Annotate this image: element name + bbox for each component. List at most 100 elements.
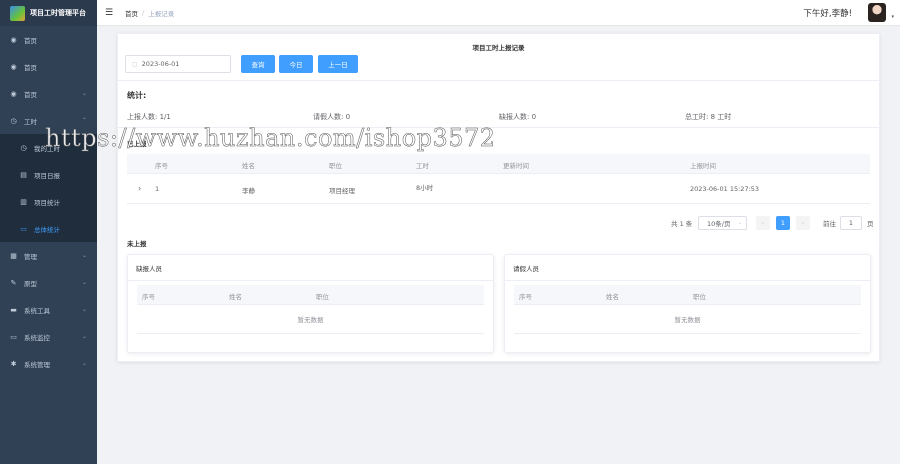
doc-icon: ▤ (20, 170, 27, 179)
sidebar-item-overall-stats[interactable]: ▭ 总体统计 (0, 215, 97, 242)
stat-leave: 请假人数: 0 (313, 113, 351, 121)
col-name: 姓名 (606, 293, 619, 301)
prev-page-button[interactable]: ‹ (756, 216, 770, 230)
reported-table-header: 序号 姓名 职位 工时 更新时间 上报时间 (127, 154, 870, 174)
next-page-button[interactable]: › (796, 216, 810, 230)
time-icon: ◷ (20, 143, 27, 152)
sidebar-item-prototype[interactable]: ✎ 原型 ⌄ (0, 269, 97, 296)
col-name: 姓名 (242, 162, 255, 170)
missing-people-panel: 缺报人员 序号 姓名 职位 暂无数据 (127, 254, 494, 353)
prev-day-button[interactable]: 上一日 (318, 55, 358, 73)
avatar[interactable] (868, 3, 886, 22)
sidebar-item-project-daily[interactable]: ▤ 项目日报 (0, 161, 97, 188)
expand-icon[interactable]: › (138, 184, 141, 193)
cell-name: 李静 (242, 187, 255, 195)
divider (118, 127, 879, 128)
sidebar-item-label: 首页 (24, 63, 37, 72)
chevron-down-icon: ⌄ (81, 252, 87, 259)
page-size-select[interactable]: 10条/页 ⌄ (698, 216, 747, 230)
panel-table-header: 序号 姓名 职位 (137, 285, 484, 305)
empty-state: 暂无数据 (514, 305, 861, 334)
col-index: 序号 (142, 293, 155, 301)
query-button[interactable]: 查询 (241, 55, 275, 73)
page-title: 项目工时上报记录 (472, 44, 525, 52)
sidebar-item-label: 系统管理 (24, 360, 50, 369)
col-reported: 上报时间 (690, 162, 716, 170)
date-picker-input[interactable]: ▢ 2023-06-01 (125, 55, 231, 73)
sidebar-item-project-stats[interactable]: ▥ 项目统计 (0, 188, 97, 215)
caret-down-icon[interactable]: ▾ (891, 14, 894, 20)
breadcrumb-home[interactable]: 首页 (125, 8, 138, 18)
hamburger-icon[interactable]: ☰ (105, 8, 117, 18)
sidebar-item-label: 项目统计 (34, 198, 60, 207)
table-row[interactable]: › 1 李静 项目经理 8小时 2023-06-01 15:27:53 (127, 174, 870, 204)
monitor-icon: ▭ (10, 332, 17, 341)
col-index: 序号 (519, 293, 532, 301)
breadcrumb-separator: / (142, 8, 145, 17)
empty-state: 暂无数据 (137, 305, 484, 334)
breadcrumb-current: 上报记录 (148, 9, 175, 18)
chart-icon: ▥ (20, 197, 27, 206)
sidebar-item-label: 首页 (24, 90, 37, 99)
cell-reported: 2023-06-01 15:27:53 (690, 185, 760, 193)
sidebar-item-manage[interactable]: ▦ 管理 ⌄ (0, 242, 97, 269)
gear-icon: ✱ (10, 359, 17, 368)
col-position: 职位 (316, 293, 329, 301)
sidebar-item-home-1[interactable]: ◉ 首页 (0, 26, 97, 53)
app-logo (10, 5, 25, 21)
sidebar: 项目工时管理平台 ◉ 首页 ◉ 首页 ◉ 首页 ⌄ ◷ 工时 ⌃ ◷ 我的工时 … (0, 0, 97, 464)
sidebar-item-my-hours[interactable]: ◷ 我的工时 (0, 134, 97, 161)
chevron-down-icon: ⌄ (81, 90, 87, 97)
panel-title: 缺报人员 (128, 255, 493, 281)
today-button[interactable]: 今日 (279, 55, 313, 73)
col-position: 职位 (693, 293, 706, 301)
sidebar-item-home-3[interactable]: ◉ 首页 ⌄ (0, 80, 97, 107)
col-index: 序号 (155, 162, 168, 170)
sidebar-item-worktime[interactable]: ◷ 工时 ⌃ (0, 107, 97, 134)
chevron-down-icon: ⌄ (81, 306, 87, 313)
edit-icon: ✎ (10, 278, 17, 287)
col-hours: 工时 (416, 162, 429, 170)
sidebar-item-system-tools[interactable]: ▬ 系统工具 ⌄ (0, 296, 97, 323)
sidebar-item-label: 原型 (24, 279, 37, 288)
calendar-icon: ▢ (132, 60, 138, 68)
sidebar-item-label: 系统监控 (24, 333, 50, 342)
pager-page-unit: 页 (867, 220, 874, 228)
report-card: 项目工时上报记录 ▢ 2023-06-01 查询 今日 上一日 统计: 上报人数… (117, 33, 880, 362)
stat-total-hours: 总工时: 8 工时 (685, 113, 732, 121)
reported-section-title: 已上报 (127, 140, 147, 148)
date-value: 2023-06-01 (141, 60, 180, 68)
page-size-value: 10条/页 (707, 220, 731, 228)
pager-goto-label: 前往 (823, 220, 836, 228)
sidebar-item-label: 管理 (24, 252, 37, 261)
sidebar-item-label: 我的工时 (34, 144, 60, 153)
app-title: 项目工时管理平台 (30, 9, 86, 17)
chevron-up-icon: ⌃ (81, 117, 87, 124)
page-number-current[interactable]: 1 (776, 216, 790, 230)
chevron-down-icon: ⌄ (81, 333, 87, 340)
sidebar-item-system-admin[interactable]: ✱ 系统管理 ⌄ (0, 350, 97, 377)
panel-table-header: 序号 姓名 职位 (514, 285, 861, 305)
sidebar-item-label: 项目日报 (34, 171, 60, 180)
unreported-section-title: 未上报 (127, 240, 147, 248)
brand: 项目工时管理平台 (0, 0, 97, 26)
col-updated: 更新时间 (503, 162, 529, 170)
sidebar-item-label: 工时 (24, 117, 37, 126)
chevron-down-icon: ⌄ (737, 220, 742, 226)
sidebar-item-home-2[interactable]: ◉ 首页 (0, 53, 97, 80)
leave-people-panel: 请假人员 序号 姓名 职位 暂无数据 (504, 254, 871, 353)
cell-hours: 8小时 (416, 184, 434, 192)
sidebar-item-system-monitor[interactable]: ▭ 系统监控 ⌄ (0, 323, 97, 350)
sidebar-item-label: 总体统计 (34, 225, 60, 234)
page-jump-input[interactable]: 1 (840, 216, 862, 230)
cell-index: 1 (155, 185, 160, 193)
clock-icon: ◷ (10, 116, 17, 125)
dashboard-icon: ◉ (10, 89, 17, 98)
stat-missing: 缺报人数: 0 (499, 113, 537, 121)
top-header: ☰ 首页 / 上报记录 下午好,李静! ▾ (97, 0, 900, 26)
grid-icon: ▦ (10, 251, 17, 260)
sidebar-submenu-worktime: ◷ 我的工时 ▤ 项目日报 ▥ 项目统计 ▭ 总体统计 (0, 134, 97, 242)
sidebar-item-label: 系统工具 (24, 306, 50, 315)
stat-reported: 上报人数: 1/1 (127, 113, 171, 121)
chevron-down-icon: ⌄ (81, 360, 87, 367)
